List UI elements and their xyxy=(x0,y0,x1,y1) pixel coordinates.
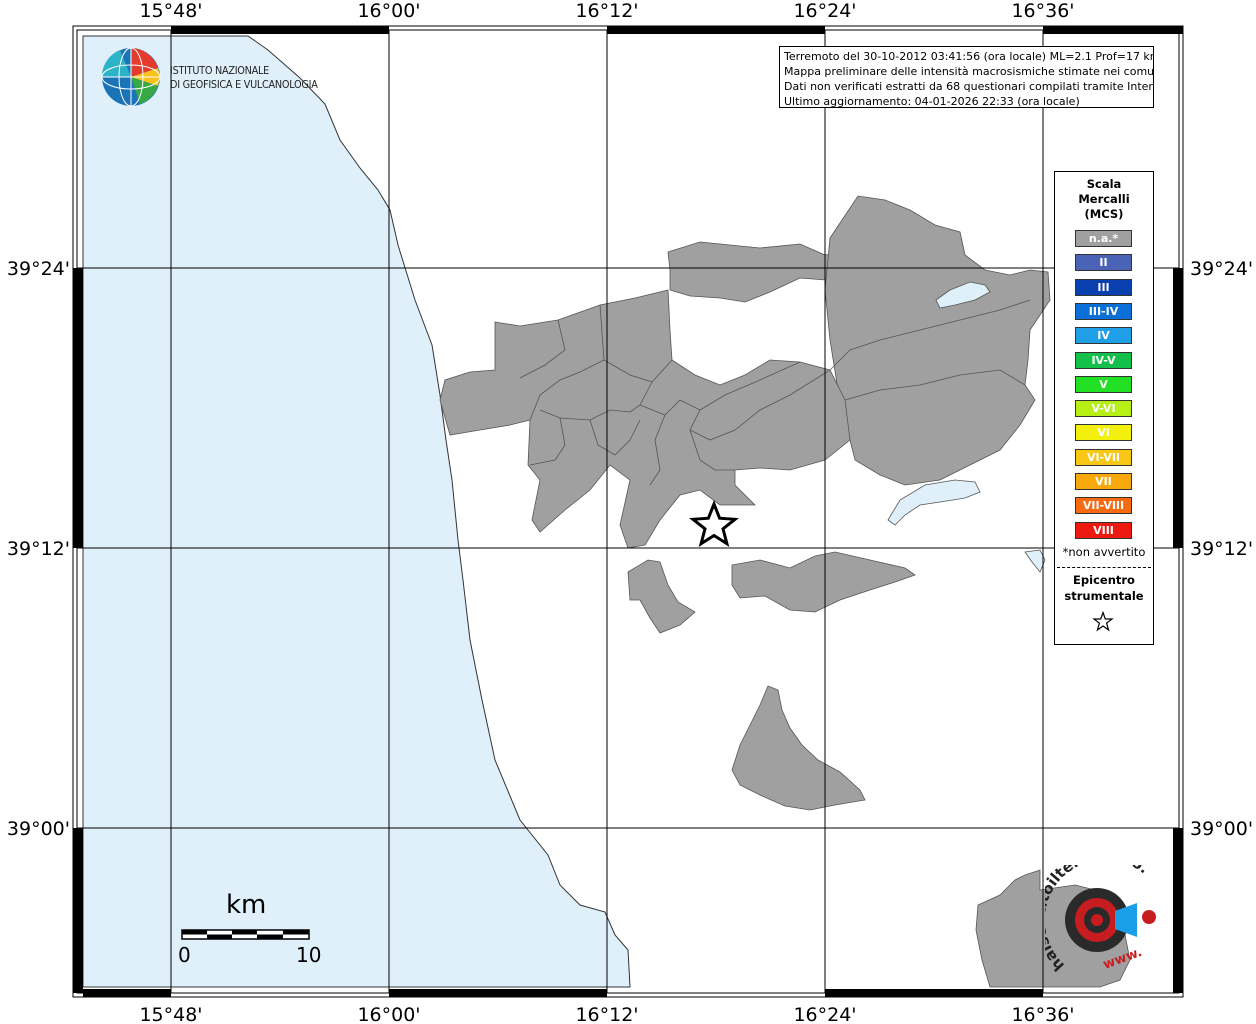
ingv-name: ISTITUTO NAZIONALE DI GEOFISICA E VULCAN… xyxy=(170,64,318,92)
legend-item-iii: III xyxy=(1075,278,1132,296)
legend-item-vi: VI xyxy=(1075,424,1132,442)
lat-tick: 39°00' xyxy=(7,818,70,840)
area-south xyxy=(731,685,866,811)
area-south-small xyxy=(627,559,696,634)
legend-item-iv: IV xyxy=(1075,327,1132,345)
lon-tick: 16°00' xyxy=(357,1004,420,1024)
haisentito-logo: haisentitoilterremoto.it www. xyxy=(1045,865,1156,975)
legend-epicenter-line: Epicentro xyxy=(1073,573,1135,587)
legend-item-vi-vii: VI-VII xyxy=(1075,448,1132,466)
scale-ruler xyxy=(181,929,310,940)
area-central xyxy=(439,289,851,549)
lon-tick: 16°12' xyxy=(575,0,638,22)
legend-title-line: (MCS) xyxy=(1084,207,1124,221)
lon-tick: 16°12' xyxy=(575,1004,638,1024)
legend-epicenter-line: strumentale xyxy=(1064,589,1144,603)
scale-bar: km 0 10 xyxy=(176,890,326,970)
lon-tick: 16°00' xyxy=(357,0,420,22)
area-northeast xyxy=(824,195,1051,486)
event-line: Terremoto del 30-10-2012 03:41:56 (ora l… xyxy=(784,50,1154,63)
target-icon xyxy=(1065,888,1156,952)
legend-note: *non avvertito xyxy=(1062,545,1146,559)
data-source-note: Dati non verificati estratti da 68 quest… xyxy=(784,80,1154,93)
legend-title: Scala Mercalli (MCS) xyxy=(1055,177,1153,222)
ingv-logo: ISTITUTO NAZIONALE DI GEOFISICA E VULCAN… xyxy=(100,46,330,110)
legend-title-line: Mercalli xyxy=(1078,192,1130,206)
map-description: Mappa preliminare delle intensità macros… xyxy=(784,65,1154,78)
lat-tick: 39°12' xyxy=(7,538,70,560)
star-icon xyxy=(1092,611,1114,632)
legend-item-ii: II xyxy=(1075,254,1132,272)
area-south-band xyxy=(731,551,916,613)
lon-tick: 16°36' xyxy=(1011,1004,1074,1024)
legend-divider xyxy=(1057,567,1151,568)
lon-tick: 16°24' xyxy=(793,1004,856,1024)
legend-item-vii-viii: VII-VIII xyxy=(1075,497,1132,515)
lat-tick: 39°24' xyxy=(1190,258,1253,280)
legend-item-v-vi: V-VI xyxy=(1075,400,1132,418)
lon-labels-bottom: 15°48' 16°00' 16°12' 16°24' 16°36' xyxy=(139,1004,1074,1024)
lake-east xyxy=(1024,549,1046,573)
legend-item-v: V xyxy=(1075,375,1132,393)
lon-labels-top: 15°48' 16°00' 16°12' 16°24' 16°36' xyxy=(139,0,1074,22)
lon-tick: 15°48' xyxy=(139,0,202,22)
legend-item-viii: VIII xyxy=(1075,521,1132,539)
event-info-box: Terremoto del 30-10-2012 03:41:56 (ora l… xyxy=(779,46,1154,108)
legend-title-line: Scala xyxy=(1086,177,1122,191)
lake-south xyxy=(887,479,981,526)
legend-item-iii-iv: III-IV xyxy=(1075,302,1132,320)
lat-labels-right: 39°24' 39°12' 39°00' xyxy=(1190,258,1253,840)
lat-tick: 39°24' xyxy=(7,258,70,280)
lat-labels-left: 39°24' 39°12' 39°00' xyxy=(7,258,70,840)
globe-logo-icon xyxy=(101,47,161,107)
legend-item-n-a: n.a.* xyxy=(1075,230,1132,247)
scale-unit: km xyxy=(226,890,267,920)
lon-tick: 16°24' xyxy=(793,0,856,22)
ingv-line2: DI GEOFISICA E VULCANOLOGIA xyxy=(170,78,318,91)
scale-end: 10 xyxy=(296,943,322,967)
ingv-line1: ISTITUTO NAZIONALE xyxy=(170,64,269,77)
scale-start: 0 xyxy=(178,943,191,967)
lat-tick: 39°00' xyxy=(1190,818,1253,840)
last-update: Ultimo aggiornamento: 04-01-2026 22:33 (… xyxy=(784,95,1080,108)
legend-item-vii: VII xyxy=(1075,473,1132,490)
lon-tick: 15°48' xyxy=(139,1004,202,1024)
mcs-legend: Scala Mercalli (MCS) n.a.* II III III-IV IV I… xyxy=(1054,171,1154,645)
legend-epicenter-label: Epicentro strumentale xyxy=(1055,572,1153,604)
legend-item-iv-v: IV-V xyxy=(1075,351,1132,369)
lon-tick: 16°36' xyxy=(1011,0,1074,22)
lat-tick: 39°12' xyxy=(1190,538,1253,560)
epicenter-star-icon xyxy=(689,499,739,548)
